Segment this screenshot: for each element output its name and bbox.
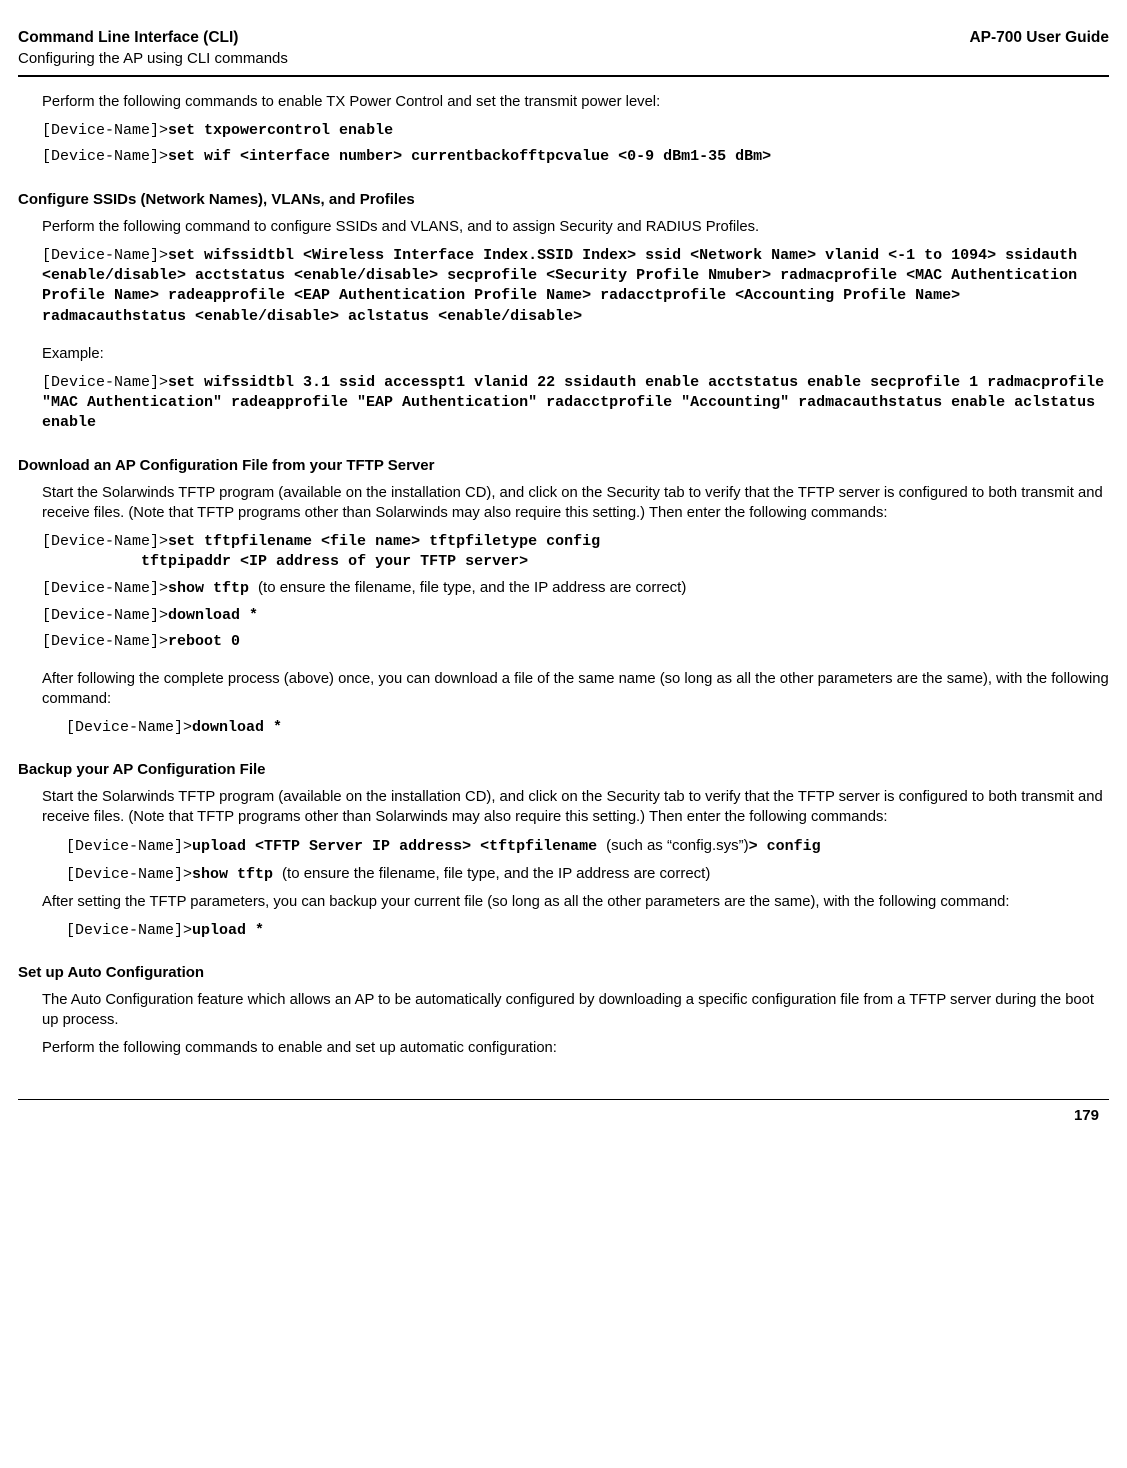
command-text: set wif <interface number> currentbackof… (168, 148, 771, 165)
prompt: [Device-Name]> (42, 247, 168, 264)
code-block: [Device-Name]>set tftpfilename <file nam… (42, 532, 1109, 573)
code-block: [Device-Name]>show tftp (to ensure the f… (42, 578, 1109, 599)
command-text: > config (749, 838, 821, 855)
command-text: download * (192, 719, 282, 736)
code-block: [Device-Name]>download * (42, 606, 1109, 626)
body-text: Perform the following commands to enable… (42, 93, 1109, 113)
command-text: upload <TFTP Server IP address> <tftpfil… (192, 838, 606, 855)
code-block: [Device-Name]>set txpowercontrol enable (42, 121, 1109, 141)
page-number: 179 (18, 1100, 1109, 1126)
section-heading: Backup your AP Configuration File (18, 760, 1109, 780)
code-block: [Device-Name]>set wifssidtbl <Wireless I… (42, 246, 1109, 327)
note-text: (to ensure the filename, file type, and … (258, 579, 686, 596)
body-text: After following the complete process (ab… (42, 670, 1109, 710)
header-title: Command Line Interface (CLI) (18, 28, 288, 49)
command-text: set tftpfilename <file name> tftpfiletyp… (168, 533, 600, 550)
section-heading: Download an AP Configuration File from y… (18, 456, 1109, 476)
body-text: Perform the following commands to enable… (42, 1039, 1109, 1059)
body-text: Perform the following command to configu… (42, 218, 1109, 238)
prompt: [Device-Name]> (66, 922, 192, 939)
prompt: [Device-Name]> (42, 580, 168, 597)
prompt: [Device-Name]> (42, 633, 168, 650)
note-text: (to ensure the filename, file type, and … (282, 865, 710, 882)
command-text: tftpipaddr <IP address of your TFTP serv… (42, 553, 528, 570)
header-guide: AP-700 User Guide (969, 28, 1109, 49)
code-block: [Device-Name]>upload * (42, 921, 1109, 941)
code-block: [Device-Name]>set wifssidtbl 3.1 ssid ac… (42, 373, 1109, 434)
header-subtitle: Configuring the AP using CLI commands (18, 49, 288, 69)
code-block: [Device-Name]>set wif <interface number>… (42, 147, 1109, 167)
command-text: upload * (192, 922, 264, 939)
prompt: [Device-Name]> (42, 374, 168, 391)
code-block: [Device-Name]>show tftp (to ensure the f… (42, 864, 1109, 885)
command-text: set txpowercontrol enable (168, 122, 393, 139)
header-left: Command Line Interface (CLI) Configuring… (18, 28, 288, 69)
command-text: set wifssidtbl <Wireless Interface Index… (42, 247, 1086, 325)
note-text: (such as “config.sys”) (606, 837, 749, 854)
command-text: reboot 0 (168, 633, 240, 650)
command-text: show tftp (192, 866, 282, 883)
code-block: [Device-Name]>upload <TFTP Server IP add… (42, 836, 1109, 857)
command-text: show tftp (168, 580, 258, 597)
body-text: The Auto Configuration feature which all… (42, 991, 1109, 1031)
prompt: [Device-Name]> (42, 533, 168, 550)
prompt: [Device-Name]> (66, 838, 192, 855)
body-text: Example: (42, 345, 1109, 365)
command-text: set wifssidtbl 3.1 ssid accesspt1 vlanid… (42, 374, 1113, 432)
command-text: download * (168, 607, 258, 624)
body-text: After setting the TFTP parameters, you c… (42, 893, 1109, 913)
prompt: [Device-Name]> (42, 607, 168, 624)
prompt: [Device-Name]> (42, 122, 168, 139)
page-header: Command Line Interface (CLI) Configuring… (18, 28, 1109, 77)
prompt: [Device-Name]> (66, 866, 192, 883)
section-heading: Set up Auto Configuration (18, 963, 1109, 983)
body-text: Start the Solarwinds TFTP program (avail… (42, 484, 1109, 524)
code-block: [Device-Name]>download * (42, 718, 1109, 738)
body-text: Start the Solarwinds TFTP program (avail… (42, 788, 1109, 828)
prompt: [Device-Name]> (66, 719, 192, 736)
prompt: [Device-Name]> (42, 148, 168, 165)
section-heading: Configure SSIDs (Network Names), VLANs, … (18, 190, 1109, 210)
code-block: [Device-Name]>reboot 0 (42, 632, 1109, 652)
